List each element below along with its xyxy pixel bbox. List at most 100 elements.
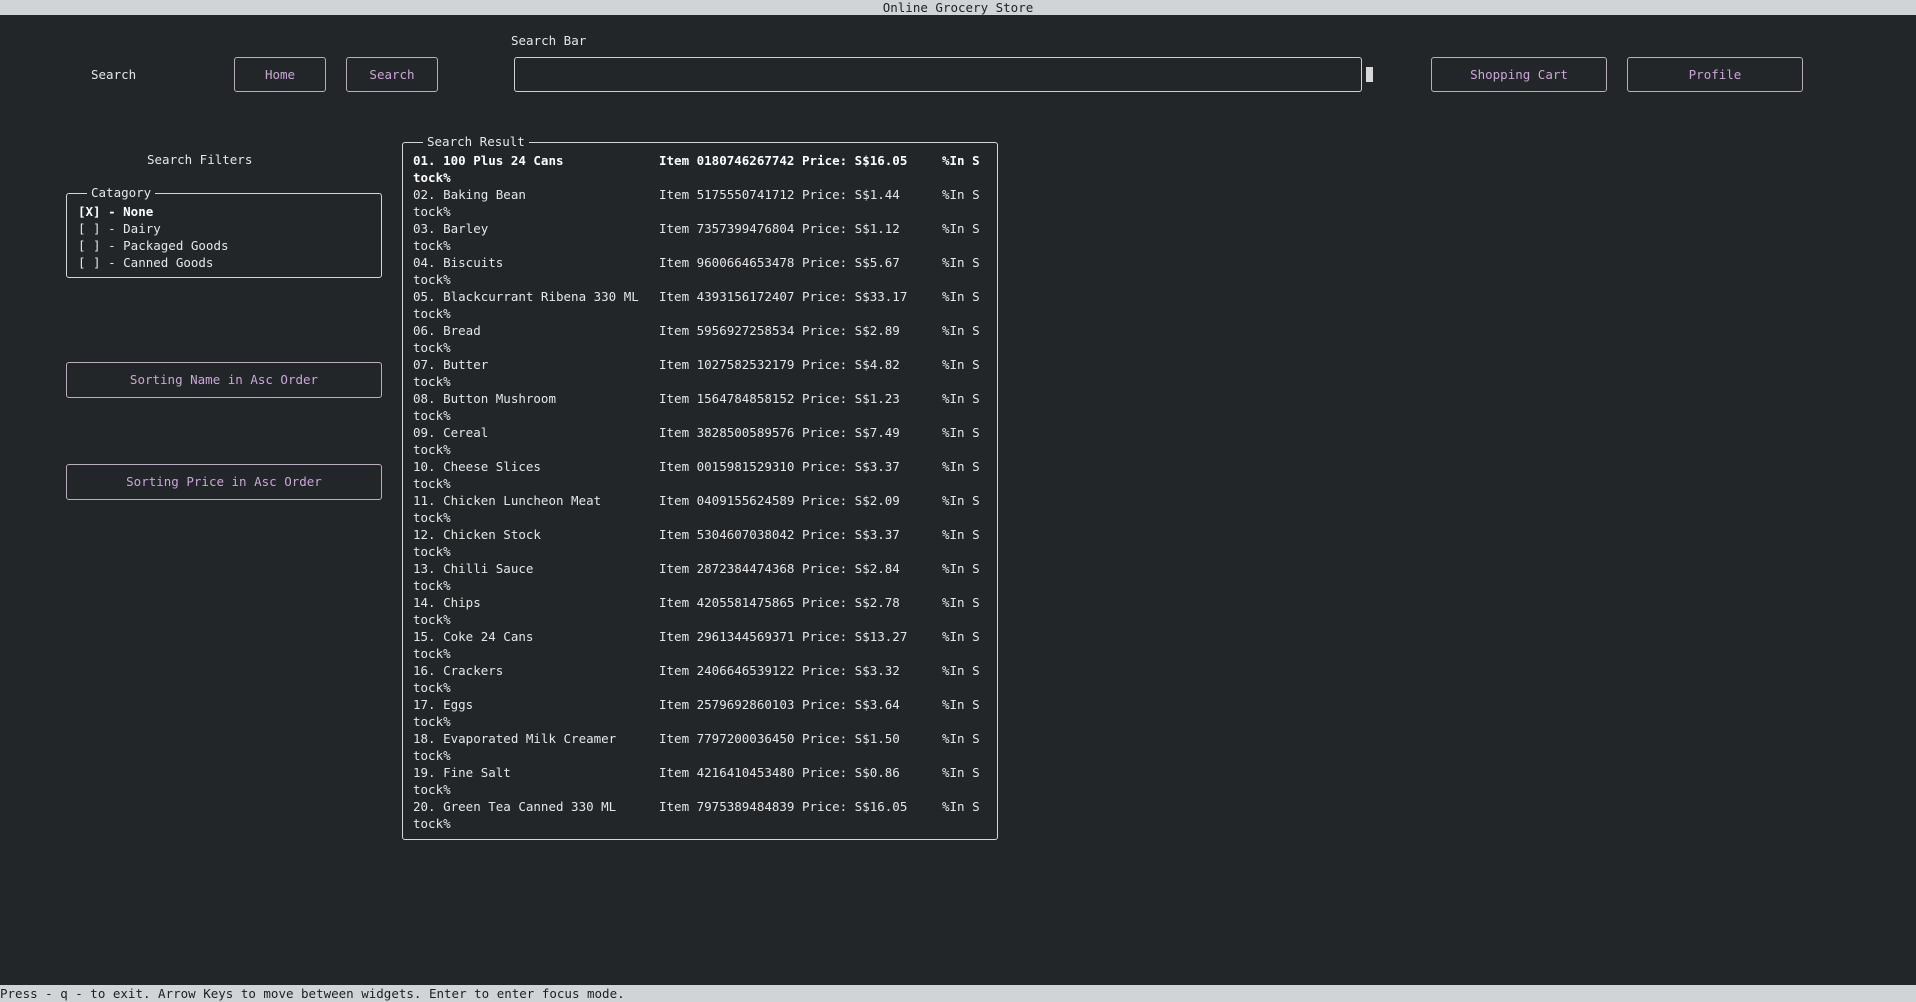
result-item-name: 11. Chicken Luncheon Meat: [413, 493, 602, 508]
result-stock-status: %In S: [942, 527, 980, 542]
search-button[interactable]: Search: [346, 57, 438, 92]
result-stock-status: %In S: [942, 731, 980, 746]
search-bar-label: Search Bar: [511, 33, 587, 48]
result-item-name: 07. Butter: [413, 357, 489, 372]
result-item-code-price: Item 4216410453480 Price: S$0.86: [659, 765, 900, 780]
result-row[interactable]: 14. Chips Item 4205581475865 Price: S$2.7…: [413, 594, 993, 628]
result-row[interactable]: 06. Bread Item 5956927258534 Price: S$2.8…: [413, 322, 993, 356]
result-row[interactable]: 12. Chicken Stock Item 5304607038042 Pric…: [413, 526, 993, 560]
result-item-name: 12. Chicken Stock: [413, 527, 541, 542]
result-stock-status-wrap: tock%: [413, 306, 451, 321]
result-item-name: 08. Button Mushroom: [413, 391, 556, 406]
result-stock-status: %In S: [942, 799, 980, 814]
result-item-name: 01. 100 Plus 24 Cans: [413, 153, 564, 168]
result-stock-status: %In S: [942, 323, 980, 338]
result-row[interactable]: 13. Chilli Sauce Item 2872384474368 Price…: [413, 560, 993, 594]
result-item-code-price: Item 1027582532179 Price: S$4.82: [659, 357, 900, 372]
result-row[interactable]: 08. Button Mushroom Item 1564784858152 Pr…: [413, 390, 993, 424]
result-stock-status-wrap: tock%: [413, 510, 451, 525]
result-item-name: 16. Crackers: [413, 663, 504, 678]
result-stock-status: %In S: [942, 629, 980, 644]
result-row[interactable]: 18. Evaporated Milk Creamer Item 77972000…: [413, 730, 993, 764]
result-stock-status-wrap: tock%: [413, 442, 451, 457]
result-stock-status: %In S: [942, 425, 980, 440]
category-option-dairy[interactable]: [ ] - Dairy: [78, 220, 229, 237]
result-row[interactable]: 02. Baking Bean Item 5175550741712 Price:…: [413, 186, 993, 220]
result-row[interactable]: 09. Cereal Item 3828500589576 Price: S$7.…: [413, 424, 993, 458]
result-stock-status-wrap: tock%: [413, 374, 451, 389]
category-option-none[interactable]: [X] - None: [78, 203, 229, 220]
result-item-name: 03. Barley: [413, 221, 489, 236]
category-option-canned-goods[interactable]: [ ] - Canned Goods: [78, 254, 229, 271]
result-row[interactable]: 10. Cheese Slices Item 0015981529310 Pric…: [413, 458, 993, 492]
result-row[interactable]: 16. Crackers Item 2406646539122 Price: S$…: [413, 662, 993, 696]
result-stock-status-wrap: tock%: [413, 646, 451, 661]
window-title: Online Grocery Store: [0, 0, 1916, 15]
result-item-name: 06. Bread: [413, 323, 481, 338]
result-item-code-price: Item 4393156172407 Price: S$33.17: [659, 289, 908, 304]
result-stock-status-wrap: tock%: [413, 782, 451, 797]
result-item-name: 13. Chilli Sauce: [413, 561, 534, 576]
result-item-code-price: Item 5175550741712 Price: S$1.44: [659, 187, 900, 202]
result-item-code-price: Item 2579692860103 Price: S$3.64: [659, 697, 900, 712]
result-stock-status-wrap: tock%: [413, 578, 451, 593]
result-stock-status: %In S: [942, 459, 980, 474]
result-item-code-price: Item 2961344569371 Price: S$13.27: [659, 629, 908, 644]
result-item-name: 17. Eggs: [413, 697, 474, 712]
result-stock-status: %In S: [942, 391, 980, 406]
result-item-name: 04. Biscuits: [413, 255, 504, 270]
result-item-name: 19. Fine Salt: [413, 765, 511, 780]
category-list: [X] - None [ ] - Dairy [ ] - Packaged Go…: [78, 203, 229, 271]
result-row[interactable]: 17. Eggs Item 2579692860103 Price: S$3.64…: [413, 696, 993, 730]
result-stock-status-wrap: tock%: [413, 170, 451, 185]
result-item-code-price: Item 5304607038042 Price: S$3.37: [659, 527, 900, 542]
result-item-name: 18. Evaporated Milk Creamer: [413, 731, 617, 746]
result-row[interactable]: 19. Fine Salt Item 4216410453480 Price: S…: [413, 764, 993, 798]
result-stock-status: %In S: [942, 595, 980, 610]
result-stock-status-wrap: tock%: [413, 272, 451, 287]
result-stock-status-wrap: tock%: [413, 816, 451, 831]
result-item-code-price: Item 0180746267742 Price: S$16.05: [659, 153, 908, 168]
result-stock-status: %In S: [942, 187, 980, 202]
search-result-list[interactable]: 01. 100 Plus 24 Cans Item 0180746267742 P…: [413, 152, 993, 832]
result-item-name: 20. Green Tea Canned 330 ML: [413, 799, 617, 814]
result-stock-status: %In S: [942, 153, 980, 168]
result-item-code-price: Item 0015981529310 Price: S$3.37: [659, 459, 900, 474]
result-row[interactable]: 01. 100 Plus 24 Cans Item 0180746267742 P…: [413, 152, 993, 186]
result-item-code-price: Item 7797200036450 Price: S$1.50: [659, 731, 900, 746]
result-item-code-price: Item 7975389484839 Price: S$16.05: [659, 799, 908, 814]
search-label: Search: [91, 67, 137, 82]
result-stock-status: %In S: [942, 221, 980, 236]
search-result-title: Search Result: [423, 134, 529, 149]
search-input[interactable]: [514, 57, 1362, 92]
search-result-frame: Search Result 01. 100 Plus 24 Cans Item 0…: [402, 134, 998, 840]
result-stock-status-wrap: tock%: [413, 204, 451, 219]
home-button[interactable]: Home: [234, 57, 326, 92]
result-item-name: 14. Chips: [413, 595, 481, 610]
result-row[interactable]: 03. Barley Item 7357399476804 Price: S$1.…: [413, 220, 993, 254]
result-row[interactable]: 15. Coke 24 Cans Item 2961344569371 Price…: [413, 628, 993, 662]
result-item-code-price: Item 7357399476804 Price: S$1.12: [659, 221, 900, 236]
result-stock-status-wrap: tock%: [413, 238, 451, 253]
result-item-code-price: Item 4205581475865 Price: S$2.78: [659, 595, 900, 610]
search-filters-heading: Search Filters: [147, 152, 253, 167]
result-stock-status-wrap: tock%: [413, 612, 451, 627]
result-stock-status-wrap: tock%: [413, 340, 451, 355]
result-item-code-price: Item 2872384474368 Price: S$2.84: [659, 561, 900, 576]
text-cursor: [1366, 67, 1373, 82]
sort-price-button[interactable]: Sorting Price in Asc Order: [66, 464, 382, 500]
category-option-packaged-goods[interactable]: [ ] - Packaged Goods: [78, 237, 229, 254]
result-item-name: 15. Coke 24 Cans: [413, 629, 534, 644]
result-stock-status: %In S: [942, 697, 980, 712]
profile-button[interactable]: Profile: [1627, 57, 1803, 92]
result-item-code-price: Item 1564784858152 Price: S$1.23: [659, 391, 900, 406]
result-row[interactable]: 04. Biscuits Item 9600664653478 Price: S$…: [413, 254, 993, 288]
result-row[interactable]: 07. Butter Item 1027582532179 Price: S$4.…: [413, 356, 993, 390]
sort-name-button[interactable]: Sorting Name in Asc Order: [66, 362, 382, 398]
result-row[interactable]: 05. Blackcurrant Ribena 330 ML Item 43931…: [413, 288, 993, 322]
result-stock-status: %In S: [942, 765, 980, 780]
result-row[interactable]: 20. Green Tea Canned 330 ML Item 79753894…: [413, 798, 993, 832]
shopping-cart-button[interactable]: Shopping Cart: [1431, 57, 1607, 92]
result-stock-status: %In S: [942, 561, 980, 576]
result-row[interactable]: 11. Chicken Luncheon Meat Item 0409155624…: [413, 492, 993, 526]
